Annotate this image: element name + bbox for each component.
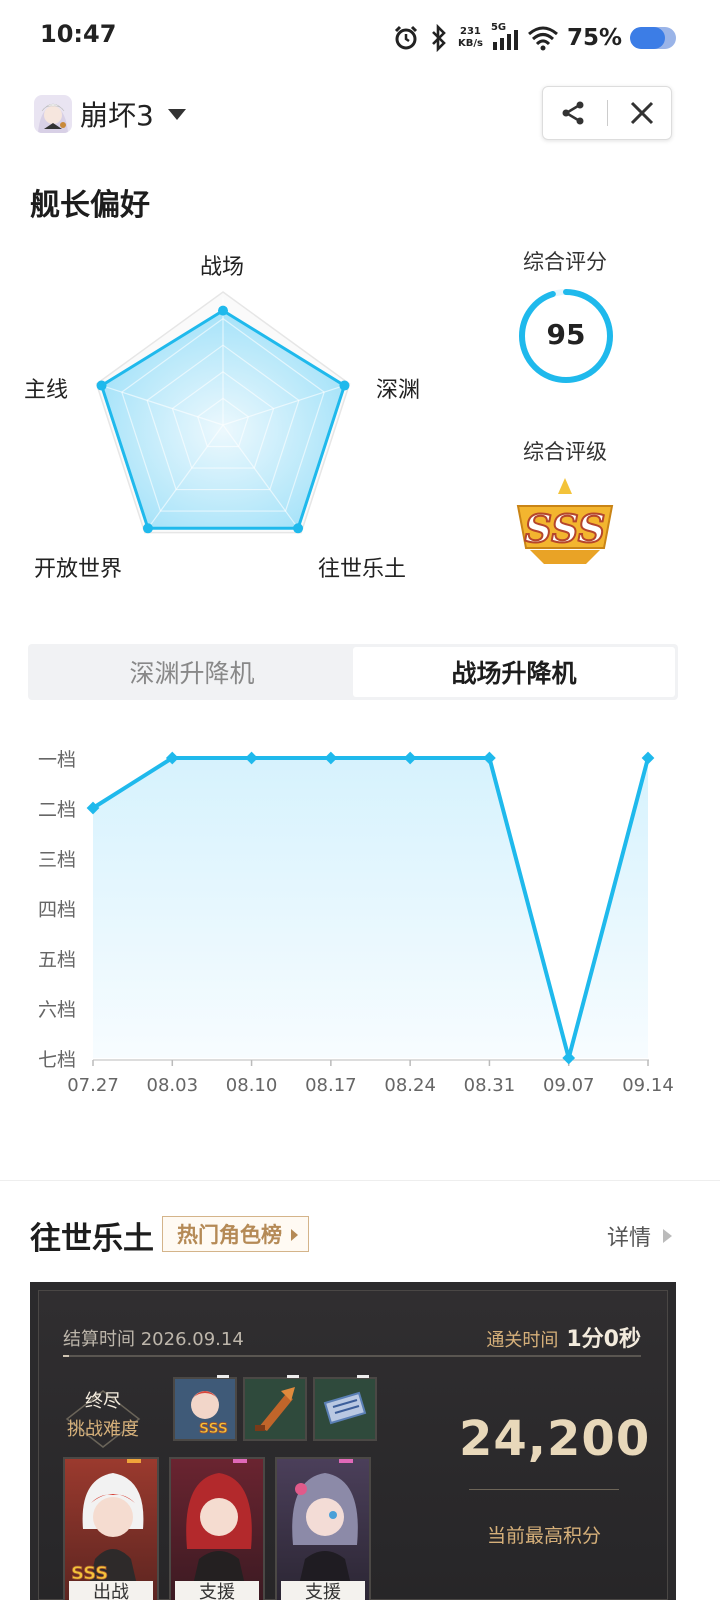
y-tick-label: 五档 bbox=[38, 949, 76, 971]
close-icon bbox=[630, 101, 653, 125]
tab-battlefield-elevator[interactable]: 战场升降机 bbox=[353, 647, 675, 697]
clear-time: 通关时间 1分0秒 bbox=[486, 1321, 641, 1353]
elysian-title: 往世乐土 bbox=[30, 1221, 154, 1257]
score-divider bbox=[469, 1489, 619, 1490]
close-button[interactable] bbox=[617, 91, 667, 135]
settle-time: 结算时间 2026.09.14 bbox=[63, 1329, 244, 1350]
y-tick-label: 二档 bbox=[38, 799, 76, 821]
character-tag-support-1: 支援 bbox=[175, 1581, 259, 1600]
detail-link[interactable]: 详情 bbox=[607, 1220, 672, 1252]
weapon-icon bbox=[255, 1387, 295, 1431]
status-time: 10:47 bbox=[40, 20, 117, 48]
score-caption: 当前最高积分 bbox=[486, 1525, 601, 1547]
hot-characters-label: 热门角色榜 bbox=[177, 1223, 282, 1247]
battery-percent: 75% bbox=[566, 25, 622, 51]
x-tick-label: 08.24 bbox=[384, 1075, 436, 1096]
radar-point bbox=[218, 305, 228, 316]
rank-chart-svg: 一档二档三档四档五档六档七档 07.27 08.03 08.10 08.17 08.24… bbox=[38, 749, 674, 1096]
character-card-main: SSS 出战 bbox=[63, 1457, 159, 1600]
clear-time-label: 通关时间 bbox=[486, 1330, 559, 1351]
chart-point bbox=[641, 751, 655, 765]
detail-label: 详情 bbox=[606, 1226, 651, 1251]
score-label: 综合评分 bbox=[523, 250, 607, 274]
chevron-down-icon bbox=[167, 108, 186, 120]
header: 崩坏3 bbox=[0, 80, 720, 146]
grade-label: 综合评级 bbox=[523, 440, 607, 464]
header-actions bbox=[542, 86, 672, 140]
y-tick-label: 四档 bbox=[38, 899, 76, 921]
network-speed: 231 KB/s bbox=[458, 26, 483, 50]
radar-chart bbox=[95, 291, 351, 534]
radar-label-abyss: 深渊 bbox=[376, 378, 421, 403]
chart-area bbox=[93, 758, 648, 1058]
elf-slot: SSS bbox=[173, 1375, 237, 1441]
radar-label-battlefield: 战场 bbox=[200, 255, 245, 280]
card-frame: 结算时间 2026.09.14 通关时间 1分0秒 终尽 挑战难度 SSS SS… bbox=[38, 1290, 668, 1600]
character-portrait-support-1 bbox=[186, 1473, 252, 1585]
x-tick-label: 08.10 bbox=[226, 1075, 278, 1096]
y-tick-label: 六档 bbox=[38, 999, 76, 1021]
alarm-icon bbox=[394, 25, 418, 50]
game-avatar bbox=[34, 95, 72, 133]
status-bar: 10:47 231 KB/s 5G 75% bbox=[0, 0, 720, 76]
elysian-record-card[interactable]: 结算时间 2026.09.14 通关时间 1分0秒 终尽 挑战难度 SSS SS… bbox=[30, 1282, 676, 1600]
x-tick-label: 09.14 bbox=[622, 1075, 674, 1096]
elf-portrait: SSS bbox=[189, 1391, 228, 1437]
difficulty-label: 挑战难度 bbox=[67, 1419, 139, 1440]
character-card-support-2: 支援 bbox=[275, 1457, 371, 1600]
grade-badge: SSS bbox=[516, 478, 614, 564]
radar-label-main-story: 主线 bbox=[24, 378, 69, 403]
y-tick-label: 三档 bbox=[38, 849, 76, 871]
radar-point bbox=[142, 523, 153, 534]
x-tick-label: 09.07 bbox=[543, 1075, 595, 1096]
svg-text:SSS: SSS bbox=[199, 1421, 228, 1437]
x-tick-label: 08.31 bbox=[464, 1075, 516, 1096]
elevator-tabs: 深渊升降机 战场升降机 bbox=[28, 644, 678, 700]
cell-signal-icon: 5G bbox=[491, 22, 519, 52]
share-icon bbox=[562, 101, 583, 125]
x-tick-label: 08.03 bbox=[147, 1075, 199, 1096]
radar-point bbox=[293, 523, 304, 534]
clear-time-value: 1分0秒 bbox=[566, 1327, 641, 1352]
actions-divider bbox=[606, 100, 608, 126]
radar-point bbox=[96, 380, 107, 391]
network-speed-value: 231 bbox=[460, 26, 481, 37]
game-selector[interactable]: 崩坏3 bbox=[34, 94, 186, 134]
character-tag-support-2: 支援 bbox=[281, 1581, 365, 1600]
share-button[interactable] bbox=[548, 91, 598, 135]
character-portrait-support-2 bbox=[292, 1473, 358, 1585]
grade-text: SSS bbox=[525, 506, 606, 551]
section-divider bbox=[0, 1180, 720, 1181]
score-value: 95 bbox=[546, 318, 586, 351]
elysian-score: 24,200 bbox=[459, 1411, 651, 1467]
preference-radar: 战场 深渊 往世乐土 开放世界 主线 bbox=[0, 235, 460, 595]
rank-chart: 一档二档三档四档五档六档七档 07.27 08.03 08.10 08.17 08.24… bbox=[20, 735, 700, 1105]
game-name: 崩坏3 bbox=[80, 99, 154, 132]
x-tick-label: 07.27 bbox=[67, 1075, 119, 1096]
radar-label-open-world: 开放世界 bbox=[34, 557, 123, 582]
wifi-icon bbox=[527, 26, 558, 51]
radar-label-elysian: 往世乐土 bbox=[318, 557, 407, 582]
tab-abyss-elevator[interactable]: 深渊升降机 bbox=[31, 647, 353, 697]
play-icon bbox=[291, 1229, 298, 1241]
y-tick-label: 七档 bbox=[38, 1049, 76, 1071]
weapon-slot bbox=[243, 1375, 307, 1441]
bluetooth-icon bbox=[432, 24, 446, 52]
chevron-right-icon bbox=[663, 1229, 672, 1243]
card-divider bbox=[63, 1355, 641, 1357]
hot-characters-button[interactable]: 热门角色榜 bbox=[162, 1216, 309, 1252]
character-portrait-main: SSS bbox=[71, 1473, 144, 1585]
character-tag-main: 出战 bbox=[69, 1581, 153, 1600]
character-card-support-1: 支援 bbox=[169, 1457, 265, 1600]
y-tick-label: 一档 bbox=[38, 749, 76, 771]
radar-point bbox=[339, 380, 350, 391]
battery-icon bbox=[630, 27, 676, 49]
x-tick-label: 08.17 bbox=[305, 1075, 357, 1096]
stigmata-icon bbox=[323, 1391, 367, 1425]
network-speed-unit: KB/s bbox=[457, 38, 483, 49]
preference-title: 舰长偏好 bbox=[30, 188, 150, 223]
stigmata-slot bbox=[313, 1375, 377, 1441]
difficulty-name: 终尽 bbox=[85, 1391, 121, 1412]
status-icons: 231 KB/s 5G 75% bbox=[392, 20, 676, 56]
